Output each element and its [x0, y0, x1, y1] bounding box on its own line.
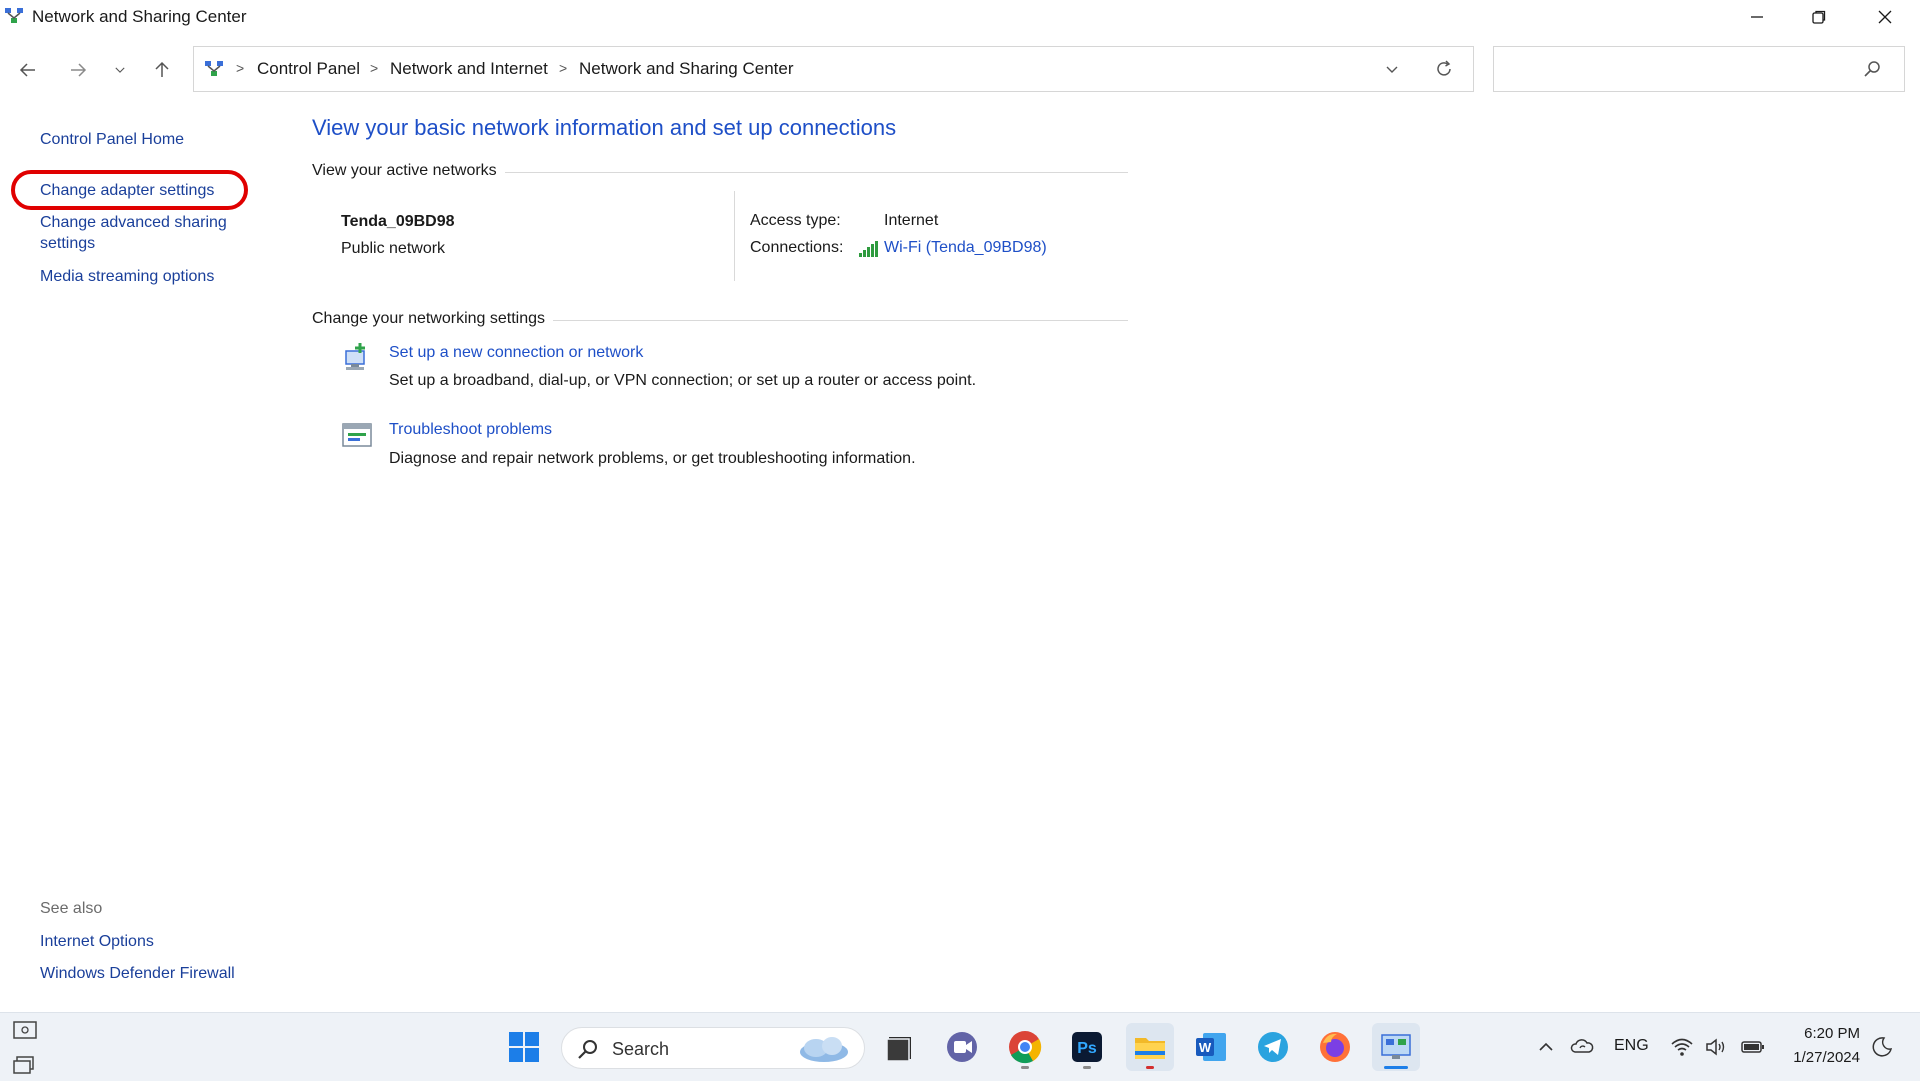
start-icon — [509, 1032, 539, 1062]
onedrive-sync-icon[interactable] — [1570, 1035, 1594, 1059]
active-indicator — [1384, 1066, 1408, 1069]
clock-date[interactable]: 1/27/2024 — [1784, 1049, 1860, 1066]
arrow-right-icon — [71, 63, 87, 77]
firefox-icon — [1320, 1032, 1350, 1062]
breadcrumb-network-and-sharing-center[interactable]: Network and Sharing Center — [579, 59, 794, 79]
taskbar: Search Ps W ENG 6:20 PM 1/27/2024 — [0, 1012, 1920, 1081]
troubleshoot-problems-link[interactable]: Troubleshoot problems — [389, 421, 552, 439]
back-button[interactable] — [10, 54, 46, 86]
access-type-label: Access type: — [750, 212, 841, 229]
control-panel-icon — [1381, 1034, 1411, 1059]
desktop-preview-icon[interactable] — [8, 1019, 42, 1043]
breadcrumb-control-panel[interactable]: Control Panel — [257, 59, 360, 79]
taskbar-chrome[interactable] — [1001, 1023, 1049, 1071]
change-advanced-sharing-link[interactable]: Change advanced sharing — [40, 214, 227, 232]
access-type-value: Internet — [884, 212, 939, 229]
breadcrumb-separator: > — [236, 60, 245, 76]
language-indicator[interactable]: ENG — [1614, 1037, 1649, 1055]
arrow-up-icon — [155, 61, 169, 77]
wifi-signal-icon — [858, 241, 878, 257]
search-icon — [576, 1037, 600, 1061]
battery-icon[interactable] — [1740, 1035, 1766, 1059]
setup-connection-link[interactable]: Set up a new connection or network — [389, 344, 643, 362]
control-panel-home-link[interactable]: Control Panel Home — [40, 131, 184, 149]
volume-icon[interactable] — [1704, 1035, 1728, 1059]
search-input[interactable] — [1493, 46, 1905, 92]
active-networks-heading: View your active networks — [312, 162, 505, 180]
forward-button[interactable] — [60, 54, 96, 86]
taskbar-search-label: Search — [612, 1039, 670, 1059]
recent-locations-button[interactable] — [102, 54, 138, 86]
vertical-divider — [734, 191, 735, 281]
wifi-icon[interactable] — [1670, 1035, 1694, 1059]
chevron-up-icon — [1539, 1042, 1553, 1051]
address-bar[interactable]: > Control Panel > Network and Internet >… — [193, 46, 1474, 92]
breadcrumb-separator: > — [370, 60, 379, 76]
media-streaming-options-link[interactable]: Media streaming options — [40, 268, 214, 286]
setup-connection-description: Set up a broadband, dial-up, or VPN conn… — [389, 372, 977, 389]
notifications-icon[interactable] — [1870, 1035, 1894, 1059]
file-manager-icon — [886, 1037, 911, 1062]
close-button[interactable] — [1854, 0, 1916, 34]
window-title: Network and Sharing Center — [32, 7, 247, 26]
network-center-icon — [4, 6, 24, 26]
running-indicator — [1021, 1066, 1029, 1069]
teams-icon — [947, 1032, 977, 1062]
close-icon — [1878, 10, 1892, 24]
restore-icon — [1812, 10, 1826, 24]
change-adapter-settings-link[interactable]: Change adapter settings — [40, 182, 214, 200]
start-button[interactable] — [500, 1023, 548, 1071]
running-indicator — [1146, 1066, 1154, 1069]
clock-time[interactable]: 6:20 PM — [1784, 1025, 1860, 1042]
photoshop-icon: Ps — [1072, 1032, 1102, 1062]
page-title: View your basic network information and … — [312, 115, 897, 140]
taskbar-file-manager[interactable] — [875, 1023, 923, 1071]
minimize-button[interactable] — [1726, 0, 1788, 34]
taskbar-teams[interactable] — [938, 1023, 986, 1071]
chrome-icon — [1009, 1031, 1042, 1064]
svg-text:Ps: Ps — [1077, 1040, 1097, 1057]
refresh-icon — [1437, 60, 1451, 76]
taskbar-photoshop[interactable]: Ps — [1063, 1023, 1111, 1071]
address-dropdown-button[interactable] — [1384, 61, 1400, 77]
title-bar: Network and Sharing Center — [0, 0, 1920, 34]
telegram-icon — [1258, 1032, 1288, 1062]
svg-text:W: W — [1199, 1040, 1212, 1055]
search-highlight-icon — [794, 1034, 852, 1064]
file-explorer-icon — [1135, 1038, 1165, 1059]
refresh-button[interactable] — [1434, 59, 1454, 79]
windows-defender-firewall-link[interactable]: Windows Defender Firewall — [40, 965, 235, 983]
chevron-down-icon — [115, 67, 125, 73]
troubleshoot-icon — [340, 419, 374, 453]
change-networking-heading: Change your networking settings — [312, 310, 554, 328]
task-view-icon[interactable] — [8, 1053, 42, 1077]
taskbar-telegram[interactable] — [1249, 1023, 1297, 1071]
internet-options-link[interactable]: Internet Options — [40, 933, 154, 951]
word-icon: W — [1196, 1033, 1226, 1061]
new-connection-icon — [340, 341, 374, 375]
search-icon — [1862, 59, 1882, 79]
taskbar-control-panel[interactable] — [1372, 1023, 1420, 1071]
network-center-icon — [204, 59, 224, 79]
minimize-icon — [1751, 16, 1763, 18]
breadcrumb-separator: > — [559, 60, 568, 76]
chevron-down-icon — [1386, 66, 1398, 73]
taskbar-file-explorer[interactable] — [1126, 1023, 1174, 1071]
troubleshoot-description: Diagnose and repair network problems, or… — [389, 450, 916, 467]
taskbar-firefox[interactable] — [1311, 1023, 1359, 1071]
see-also-heading: See also — [40, 900, 103, 917]
network-name: Tenda_09BD98 — [341, 213, 455, 230]
network-category: Public network — [341, 240, 446, 257]
show-hidden-icons-button[interactable] — [1536, 1035, 1556, 1059]
restore-button[interactable] — [1788, 0, 1850, 34]
connections-label: Connections: — [750, 239, 844, 256]
taskbar-search-box[interactable]: Search — [561, 1027, 865, 1069]
wifi-connection-link[interactable]: Wi-Fi (Tenda_09BD98) — [884, 239, 1047, 257]
arrow-left-icon — [19, 63, 35, 77]
change-advanced-sharing-link-line2[interactable]: settings — [40, 235, 95, 253]
breadcrumb-network-and-internet[interactable]: Network and Internet — [390, 59, 548, 79]
taskbar-word[interactable]: W — [1187, 1023, 1235, 1071]
running-indicator — [1083, 1066, 1091, 1069]
up-button[interactable] — [144, 54, 180, 86]
